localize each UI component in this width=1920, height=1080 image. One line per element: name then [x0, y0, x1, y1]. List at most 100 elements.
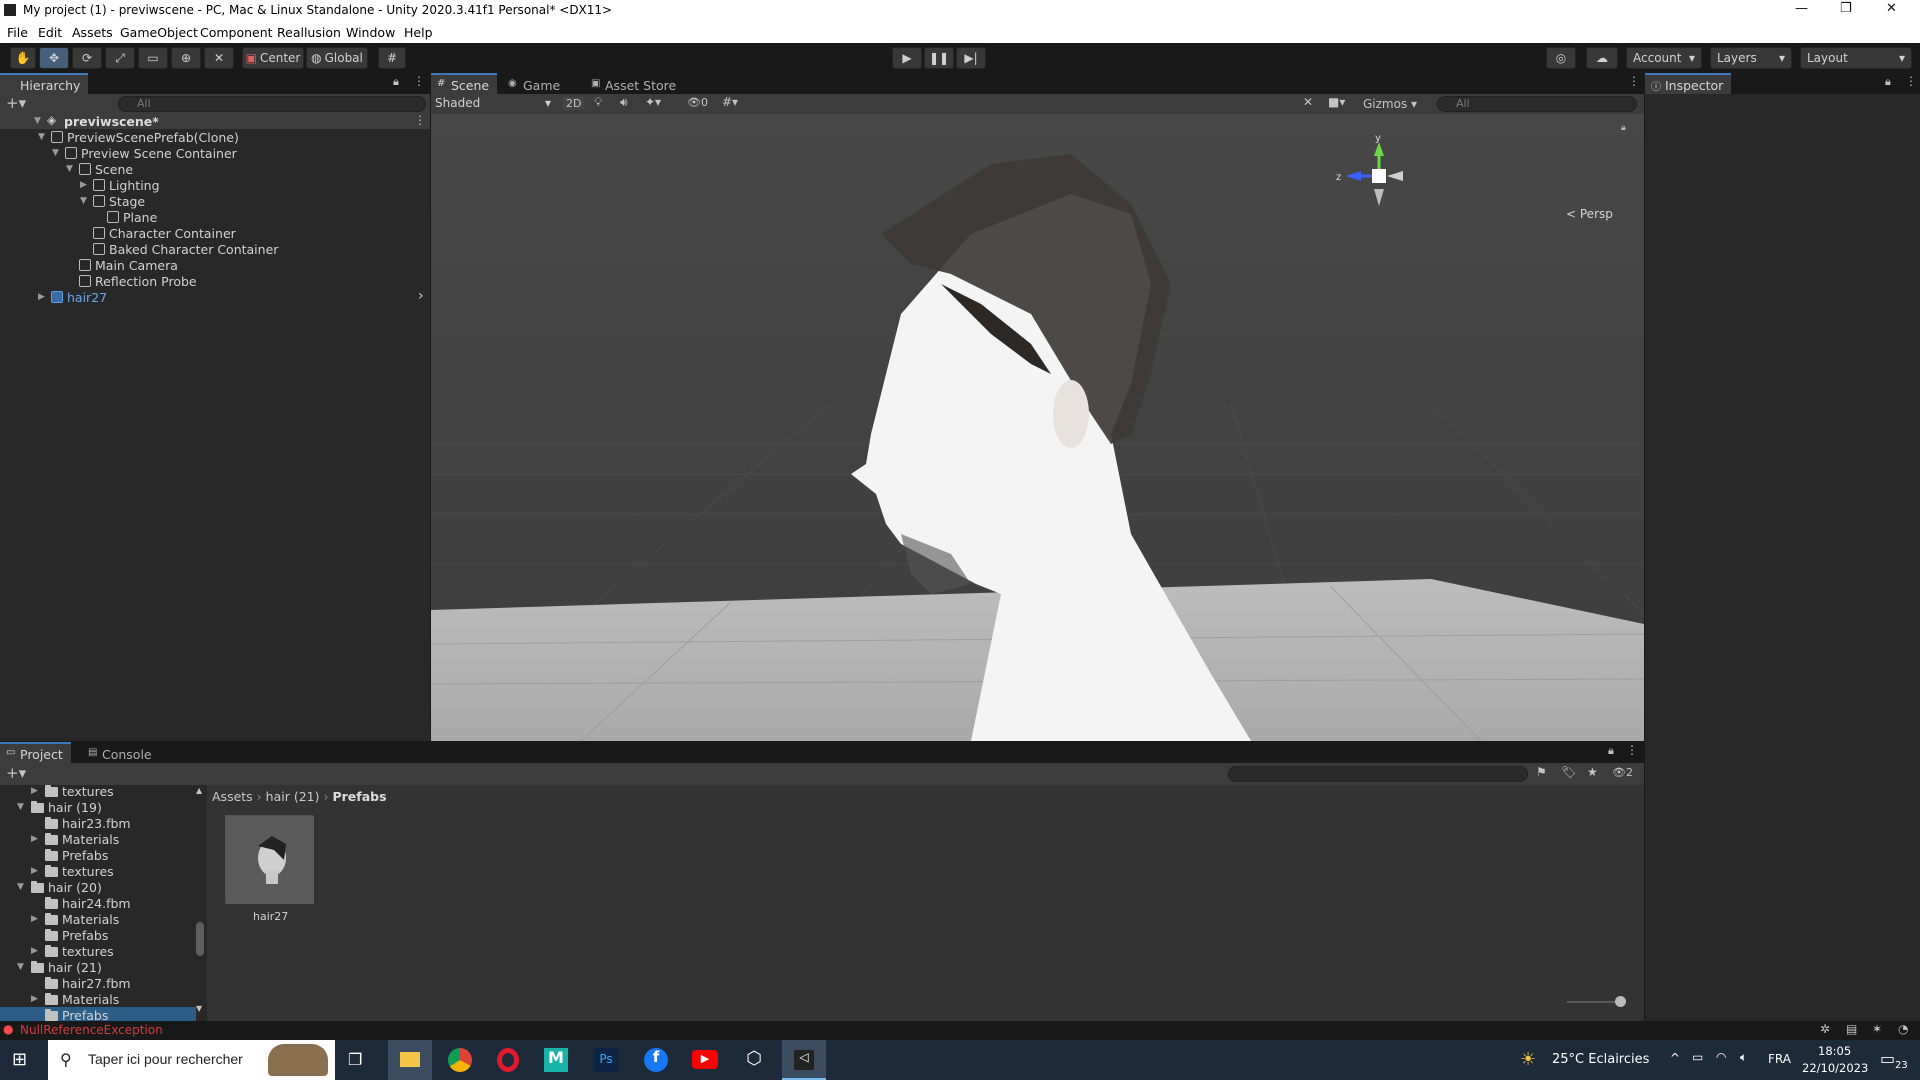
project-tree-item[interactable]: Prefabs [0, 1007, 196, 1021]
close-icon[interactable]: ✕ [1886, 1, 1897, 16]
mudbox-icon[interactable]: M [544, 1048, 568, 1072]
progress-icon[interactable]: ◔ [1898, 1022, 1908, 1036]
chevron-right-icon[interactable]: ▶ [31, 834, 38, 844]
tools-icon[interactable]: ✕ [1303, 95, 1313, 109]
windows-start-icon[interactable]: ⊞ [12, 1049, 27, 1070]
project-tree-item[interactable]: Prefabs [0, 927, 196, 943]
hierarchy-item[interactable]: Plane [0, 209, 430, 225]
chrome-icon[interactable] [448, 1048, 472, 1072]
lighting-icon[interactable]: 💡︎ [594, 95, 602, 110]
kebab-menu-icon[interactable]: ⋮ [1628, 74, 1640, 88]
project-tree-item[interactable]: ▼ hair (19) [0, 799, 196, 815]
open-prefab-chevron-icon[interactable]: › [418, 288, 424, 304]
tab-scene[interactable]: # Scene [431, 73, 498, 94]
chevron-right-icon[interactable]: ▶ [31, 914, 38, 924]
unity-editor-taskbar-icon[interactable]: ◁ [782, 1040, 826, 1080]
pivot-center-toggle[interactable]: ▣ Center [242, 47, 304, 69]
hierarchy-item[interactable]: Character Container [0, 225, 430, 241]
chevron-down-icon[interactable]: ▼ [52, 148, 59, 158]
custom-tool-button[interactable]: ✕ [204, 47, 234, 69]
add-button[interactable]: +▾ [6, 764, 26, 782]
menu-file[interactable]: File [7, 25, 28, 40]
project-tree-item[interactable]: ▼ hair (20) [0, 879, 196, 895]
menu-reallusion[interactable]: Reallusion [277, 25, 341, 40]
project-tree-item[interactable]: ▶ textures [0, 785, 196, 799]
gizmo-lock-icon[interactable]: 🔒︎ [1621, 123, 1626, 133]
filter-label-icon[interactable]: 🏷︎ [1561, 765, 1576, 779]
hierarchy-item[interactable]: Reflection Probe [0, 273, 430, 289]
hierarchy-item[interactable]: Main Camera [0, 257, 430, 273]
clock-time[interactable]: 18:05 [1818, 1044, 1851, 1058]
tab-game[interactable]: ◉ Game [503, 73, 568, 94]
pause-button[interactable]: ❚❚ [924, 47, 954, 69]
move-tool-button[interactable]: ✥ [39, 47, 69, 69]
language-indicator[interactable]: FRA [1768, 1052, 1791, 1066]
minimize-icon[interactable]: — [1795, 1, 1808, 16]
chevron-right-icon[interactable]: ▶ [31, 946, 38, 956]
device-icon[interactable]: ▭ [1692, 1050, 1703, 1064]
hidden-objects-icon[interactable]: 👁︎0 [687, 96, 708, 109]
grid-snap-button[interactable]: # [378, 47, 406, 69]
account-dropdown[interactable]: Account ▾ [1626, 47, 1702, 69]
rotate-tool-button[interactable]: ⟳ [72, 47, 102, 69]
project-tree-item[interactable]: ▶ textures [0, 943, 196, 959]
kebab-menu-icon[interactable]: ⋮ [414, 113, 426, 127]
kebab-menu-icon[interactable]: ⋮ [1626, 743, 1638, 757]
hierarchy-item[interactable]: ▼ Scene [0, 161, 430, 177]
asset-thumbnail[interactable] [225, 815, 314, 904]
zoom-slider[interactable] [1567, 1001, 1621, 1003]
collab-icon[interactable]: ◎ [1546, 47, 1576, 69]
play-button[interactable]: ▶ [892, 47, 922, 69]
breadcrumb-hair21[interactable]: hair (21) [266, 789, 320, 804]
hidden-packages-icon[interactable]: 👁︎2 [1612, 766, 1633, 779]
project-tree-item[interactable]: ▶ Materials [0, 911, 196, 927]
project-tree-item[interactable]: hair24.fbm [0, 895, 196, 911]
grid-toggle-icon[interactable]: #▾ [722, 95, 738, 109]
tree-scrollbar-thumb[interactable] [196, 922, 204, 956]
tab-project[interactable]: ▭ Project [0, 742, 71, 763]
lock-icon[interactable]: 🔒︎ [1885, 75, 1891, 89]
pivot-global-toggle[interactable]: ◍ Global [306, 47, 368, 69]
zoom-slider-handle[interactable] [1615, 996, 1626, 1007]
menu-component[interactable]: Component [200, 25, 273, 40]
hierarchy-item[interactable]: ▼ Preview Scene Container [0, 145, 430, 161]
clock-date[interactable]: 22/10/2023 [1802, 1061, 1868, 1075]
camera-icon[interactable]: ■▾ [1328, 95, 1345, 109]
lock-icon[interactable]: 🔒︎ [1608, 744, 1614, 758]
hierarchy-item[interactable]: Baked Character Container [0, 241, 430, 257]
project-tree-item[interactable]: ▶ textures [0, 863, 196, 879]
menu-window[interactable]: Window [346, 25, 395, 40]
favorite-star-icon[interactable]: ★ [1587, 765, 1598, 779]
chevron-down-icon[interactable]: ▼ [66, 164, 73, 174]
notification-icon[interactable]: ▭ [1880, 1049, 1895, 1068]
chevron-down-icon[interactable]: ▼ [17, 882, 24, 892]
project-tree-item[interactable]: ▶ Materials [0, 831, 196, 847]
project-tree-item[interactable]: Prefabs [0, 847, 196, 863]
step-button[interactable]: ▶| [956, 47, 986, 69]
wifi-icon[interactable]: ◠ [1716, 1050, 1726, 1064]
chevron-right-icon[interactable]: ▶ [80, 180, 87, 190]
weather-icon[interactable]: ☀ [1520, 1049, 1536, 1070]
scroll-up-icon[interactable]: ▲ [196, 786, 202, 795]
add-button[interactable]: +▾ [6, 94, 26, 112]
shading-dropdown[interactable]: Shaded ▾ [435, 96, 555, 112]
chevron-right-icon[interactable]: ▶ [31, 866, 38, 876]
project-tree-item[interactable]: hair27.fbm [0, 975, 196, 991]
layers-dropdown[interactable]: Layers ▾ [1710, 47, 1792, 69]
hierarchy-item[interactable]: ▶ hair27 › [0, 288, 430, 305]
project-search-input[interactable] [1228, 766, 1528, 782]
cloud-icon[interactable]: ☁ [1586, 47, 1618, 69]
asset-label[interactable]: hair27 [253, 910, 288, 923]
scale-tool-button[interactable]: ⤢ [105, 47, 135, 69]
menu-gameobject[interactable]: GameObject [120, 25, 198, 40]
effects-icon[interactable]: ✦▾ [645, 95, 661, 109]
task-view-icon[interactable]: ❐ [348, 1050, 362, 1069]
hand-tool-button[interactable]: ✋ [10, 47, 36, 69]
lock-icon[interactable]: 🔒︎ [393, 75, 399, 89]
project-tree-item[interactable]: ▼ hair (21) [0, 959, 196, 975]
hierarchy-scene-row[interactable]: ▼ ◈ previwscene* ⋮ [0, 113, 430, 129]
perspective-label[interactable]: < Persp [1566, 207, 1613, 221]
breadcrumb-prefabs[interactable]: Prefabs [332, 789, 386, 804]
youtube-icon[interactable]: ▶ [692, 1050, 718, 1069]
hierarchy-item[interactable]: ▼ PreviewScenePrefab(Clone) [0, 129, 430, 145]
